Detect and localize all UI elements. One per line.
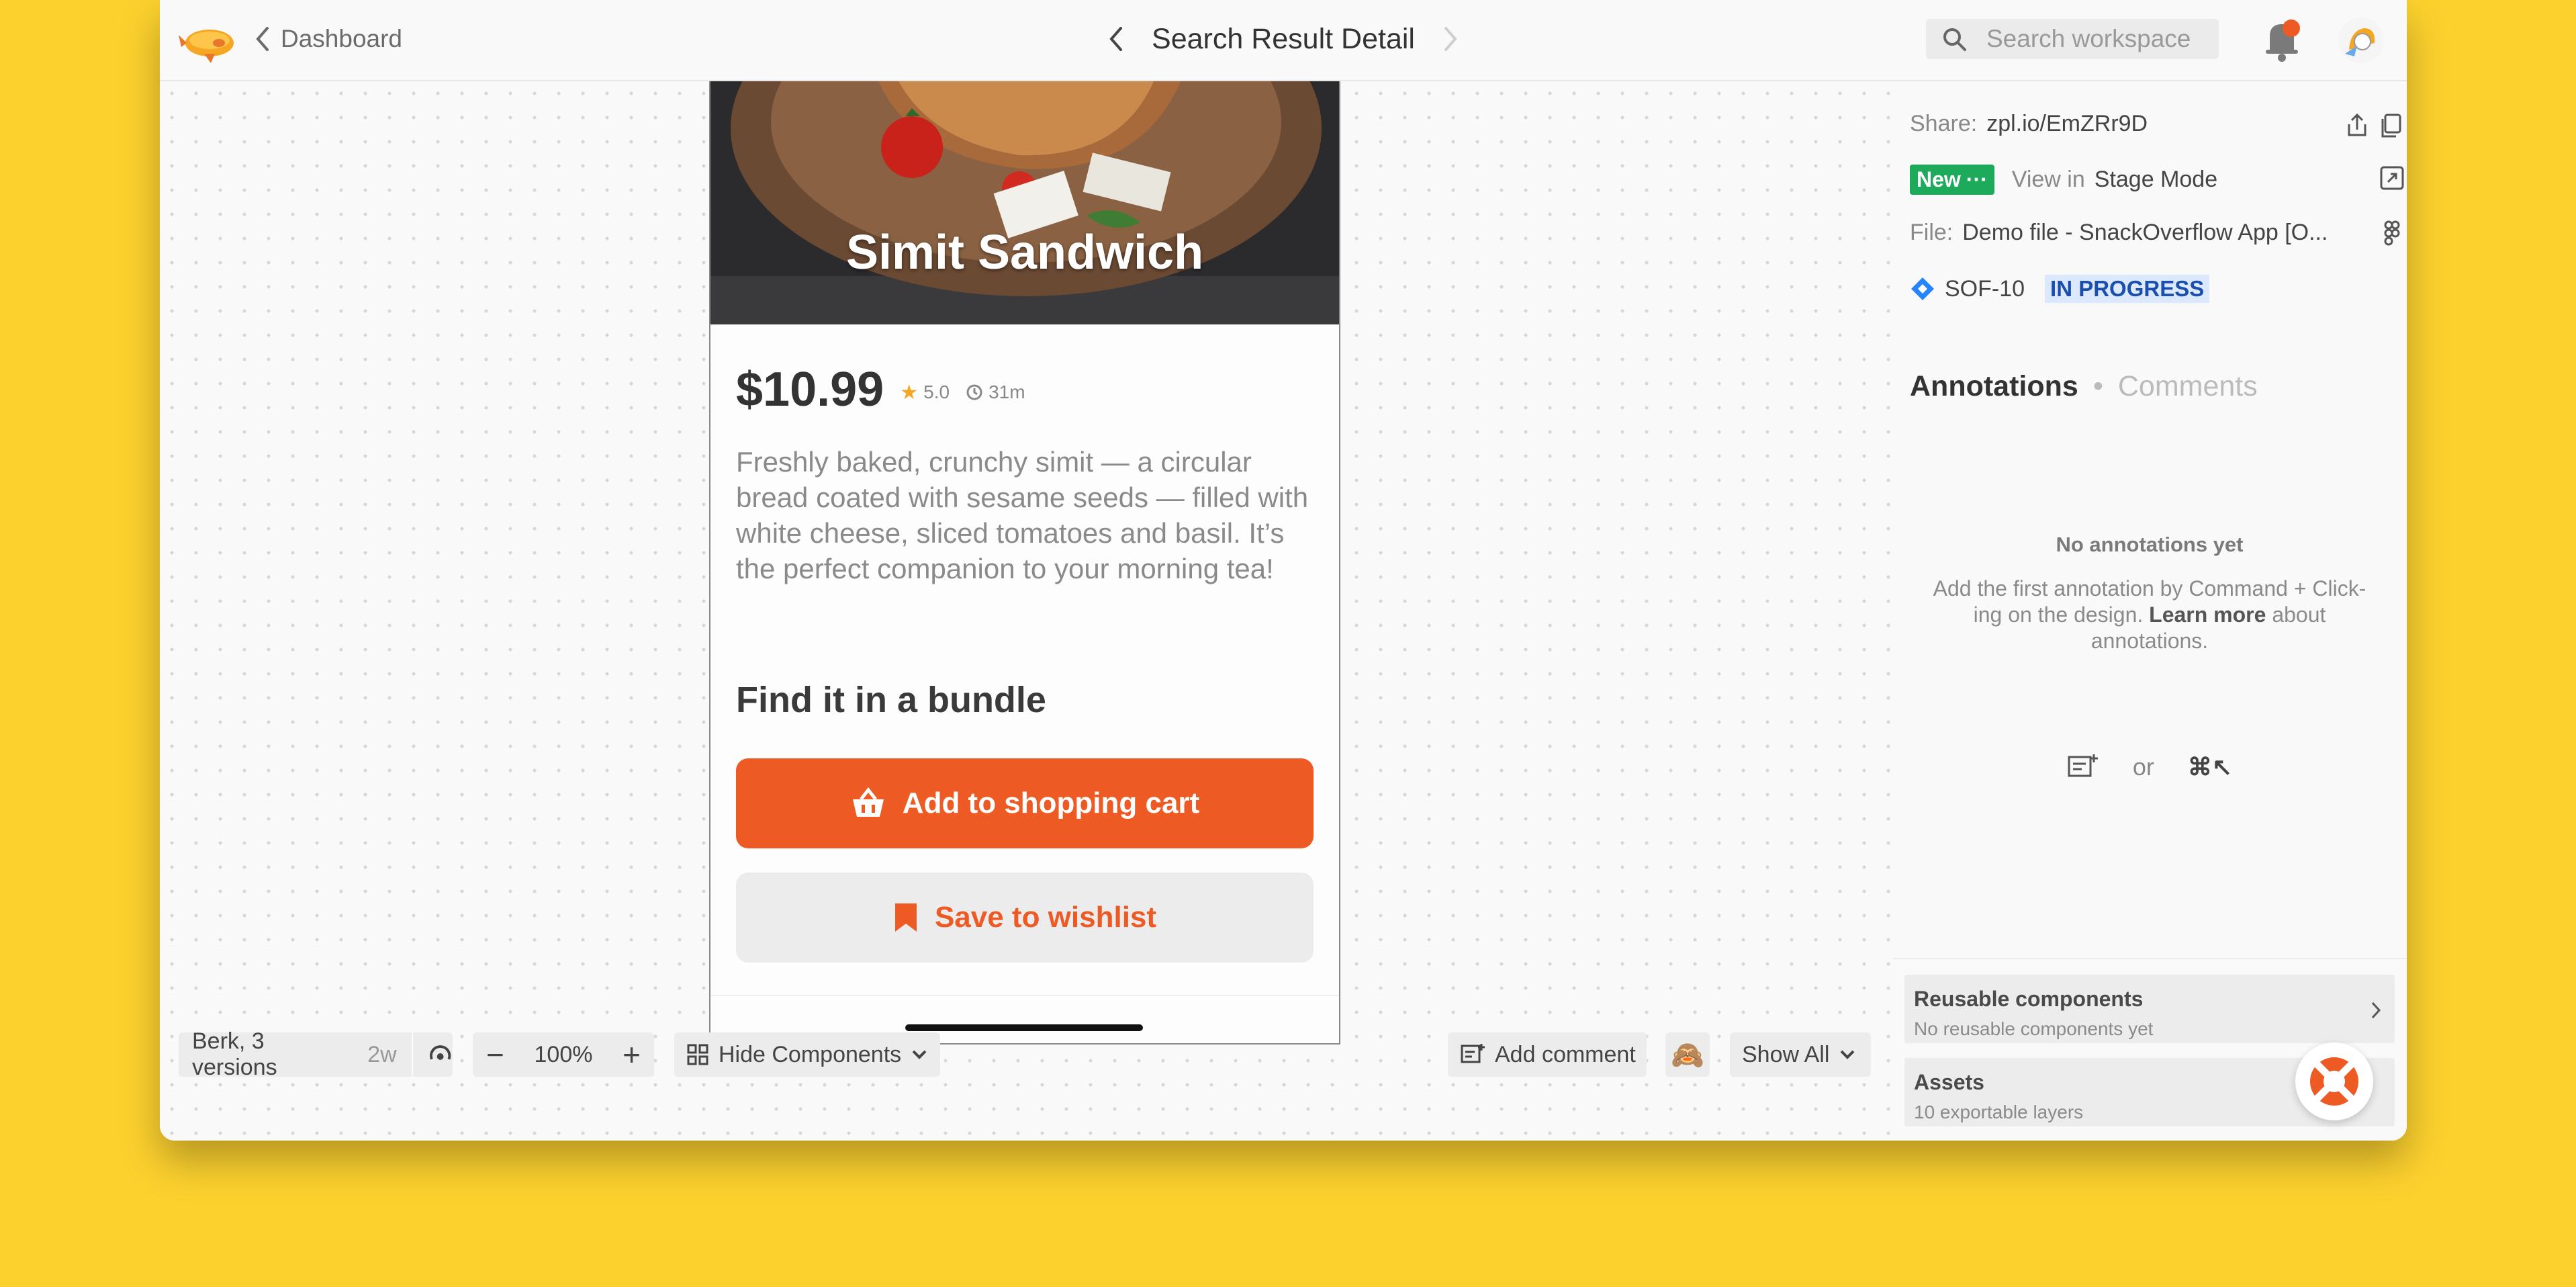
show-all-label: Show All bbox=[1742, 1041, 1830, 1067]
components-icon bbox=[687, 1044, 708, 1065]
screen-title: Search Result Detail bbox=[1152, 22, 1415, 55]
jira-row[interactable]: SOF-10 IN PROGRESS bbox=[1910, 275, 2210, 303]
command-click-shortcut: ⌘↖ bbox=[2187, 753, 2233, 781]
app-window: Dashboard Search Result Detail Search wo… bbox=[160, 0, 2407, 1141]
zoom-in-button[interactable]: + bbox=[623, 1036, 641, 1073]
share-row: Share: zpl.io/EmZRr9D bbox=[1910, 111, 2148, 137]
status-badge: IN PROGRESS bbox=[2045, 275, 2210, 303]
file-name[interactable]: Demo file - SnackOverflow App [O... bbox=[1962, 220, 2328, 246]
new-badge-label: New bbox=[1917, 167, 1961, 191]
save-to-wishlist-button[interactable]: Save to wishlist bbox=[736, 873, 1314, 963]
zoom-control: − 100% + bbox=[473, 1032, 654, 1077]
zoom-level: 100% bbox=[534, 1041, 593, 1067]
add-to-cart-label: Add to shopping cart bbox=[902, 787, 1200, 819]
stage-mode-link[interactable]: Stage Mode bbox=[2095, 167, 2217, 193]
annotation-shortcuts: or ⌘↖ bbox=[1892, 753, 2407, 781]
add-comment-icon bbox=[1461, 1044, 1485, 1063]
star-icon: ★ bbox=[900, 381, 919, 404]
add-to-cart-button[interactable]: Add to shopping cart bbox=[736, 758, 1314, 848]
bundle-heading: Find it in a bundle bbox=[736, 680, 1046, 720]
product-description: Freshly baked, crunchy simit — a circula… bbox=[736, 446, 1309, 584]
reusable-components-card[interactable]: Reusable components No reusable componen… bbox=[1904, 975, 2395, 1043]
user-avatar-icon[interactable] bbox=[2337, 16, 2385, 64]
bookmark-icon bbox=[894, 903, 917, 932]
zoom-out-button[interactable]: − bbox=[486, 1036, 504, 1073]
empty-state-description: Add the first annotation by Command + Cl… bbox=[1933, 576, 2366, 654]
notifications-bell-icon[interactable] bbox=[2260, 16, 2303, 63]
search-input[interactable]: Search workspace bbox=[1926, 19, 2219, 59]
share-link[interactable]: zpl.io/EmZRr9D bbox=[1986, 111, 2148, 137]
or-label: or bbox=[2132, 753, 2154, 781]
prep-time-value: 31m bbox=[988, 382, 1025, 402]
file-label: File: bbox=[1910, 220, 1953, 245]
hero-title: Simit Sandwich bbox=[845, 226, 1204, 279]
clock-icon bbox=[966, 384, 982, 400]
screen-preview[interactable]: Simit Sandwich $10.99 ★ 5.0 31m Freshly … bbox=[709, 81, 1340, 1045]
price-row: $10.99 ★ 5.0 31m bbox=[736, 362, 1025, 417]
add-annotation-icon[interactable] bbox=[2067, 753, 2099, 781]
chevron-down-icon bbox=[912, 1050, 927, 1059]
more-icon: ··· bbox=[1966, 167, 1988, 191]
panel-tabs: Annotations • Comments bbox=[1910, 370, 2258, 403]
learn-more-link[interactable]: Learn more bbox=[2149, 603, 2266, 627]
divider bbox=[1892, 958, 2407, 959]
figma-icon[interactable] bbox=[2379, 220, 2405, 247]
hero-image: Simit Sandwich bbox=[710, 81, 1339, 324]
hide-components-label: Hide Components bbox=[719, 1041, 902, 1067]
monkey-icon: 🙈 bbox=[1671, 1040, 1704, 1070]
price: $10.99 bbox=[736, 363, 884, 416]
versions-label: Berk, 3 versions bbox=[192, 1028, 277, 1080]
previous-screen-icon[interactable] bbox=[1107, 26, 1125, 52]
right-panel: Share: zpl.io/EmZRr9D New ··· View in Sta… bbox=[1892, 81, 2407, 1141]
view-in-row: New ··· View in Stage Mode bbox=[1910, 165, 2217, 195]
monkey-emoji-button[interactable]: 🙈 bbox=[1665, 1032, 1710, 1077]
share-icon[interactable] bbox=[2344, 112, 2371, 139]
save-to-wishlist-label: Save to wishlist bbox=[934, 901, 1157, 934]
basket-icon bbox=[852, 787, 884, 817]
chevron-right-icon bbox=[2371, 1002, 2381, 1019]
add-comment-button[interactable]: Add comment bbox=[1448, 1032, 1647, 1077]
food-photo bbox=[710, 81, 1339, 324]
help-button[interactable] bbox=[2295, 1042, 2373, 1120]
new-badge[interactable]: New ··· bbox=[1910, 165, 1994, 195]
copy-icon[interactable] bbox=[2379, 112, 2405, 139]
search-icon bbox=[1943, 28, 1966, 51]
expand-icon[interactable] bbox=[2379, 165, 2405, 191]
divider bbox=[411, 1032, 413, 1077]
view-in-label: View in bbox=[2011, 167, 2085, 192]
top-bar: Dashboard Search Result Detail Search wo… bbox=[160, 0, 2407, 81]
chevron-down-icon bbox=[1840, 1050, 1855, 1059]
lifebuoy-icon bbox=[2310, 1057, 2358, 1106]
reusable-subtitle: No reusable components yet bbox=[1914, 1018, 2154, 1039]
prep-time: 31m bbox=[966, 382, 1025, 403]
design-canvas[interactable]: Simit Sandwich $10.99 ★ 5.0 31m Freshly … bbox=[160, 81, 1892, 1141]
next-screen-icon[interactable] bbox=[1442, 26, 1459, 52]
empty-state-title: No annotations yet bbox=[2056, 533, 2244, 556]
jira-icon bbox=[1911, 277, 1934, 300]
tab-comments[interactable]: Comments bbox=[2118, 370, 2258, 403]
file-row: File: Demo file - SnackOverflow App [O..… bbox=[1910, 220, 2328, 246]
reusable-title: Reusable components bbox=[1914, 987, 2144, 1011]
add-comment-label: Add comment bbox=[1495, 1041, 1636, 1067]
jira-key: SOF-10 bbox=[1945, 275, 2025, 302]
rating-value: 5.0 bbox=[923, 382, 950, 402]
hide-components-dropdown[interactable]: Hide Components bbox=[674, 1032, 940, 1077]
versions-age: 2w bbox=[367, 1041, 397, 1067]
tab-annotations[interactable]: Annotations bbox=[1910, 370, 2078, 403]
share-label: Share: bbox=[1910, 111, 1978, 136]
tab-separator: • bbox=[2092, 370, 2103, 402]
show-all-dropdown[interactable]: Show All bbox=[1730, 1032, 1871, 1077]
version-history-icon[interactable] bbox=[428, 1042, 453, 1067]
search-placeholder: Search workspace bbox=[1986, 25, 2191, 52]
divider bbox=[710, 995, 1339, 996]
home-indicator bbox=[905, 1024, 1143, 1031]
rating: ★ 5.0 bbox=[900, 381, 950, 404]
versions-control[interactable]: Berk, 3 versions 2w bbox=[179, 1028, 453, 1080]
